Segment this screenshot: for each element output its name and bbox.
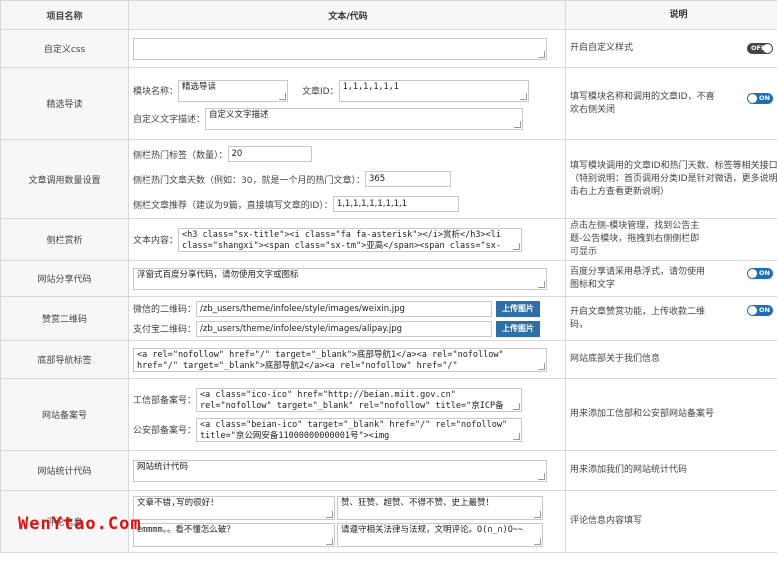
custom-desc-label: 自定义文字描述： xyxy=(133,115,206,125)
row-custom-css: 自定义css 开启自定义样式 OFF xyxy=(0,29,777,68)
recommend-label: 侧栏文章推荐（建议为9篇，直接填写文章的ID）： xyxy=(133,200,333,211)
row-desc: 开启自定义样式 xyxy=(570,43,634,53)
qrcode-toggle[interactable]: ON xyxy=(747,305,773,316)
alipay-qr-input[interactable]: /zb_users/theme/infolee/style/images/ali… xyxy=(196,320,493,337)
row-label: 网站分享代码 xyxy=(0,260,129,297)
row-stats: 网站统计代码 网站统计代码 用来添加我们的网站统计代码 xyxy=(0,450,777,491)
hot-days-input[interactable]: 365 xyxy=(364,171,451,187)
row-desc: 填写模块调用的文章ID和热门天数、标签等相关接口。（特别说明：首页调用分类ID是… xyxy=(565,139,777,219)
site-watermark: WenYtao.Com xyxy=(18,514,142,534)
alipay-upload-button[interactable]: 上传图片 xyxy=(496,320,541,337)
row-qrcode: 赞赏二维码 微信的二维码： /zb_users/theme/infolee/st… xyxy=(0,296,777,341)
wechat-qr-input[interactable]: /zb_users/theme/infolee/style/images/wei… xyxy=(196,300,493,317)
row-label: 网站统计代码 xyxy=(0,450,129,491)
comment-textarea-4[interactable]: 请遵守相关法律与法规，文明评论。O(∩_∩)O~~ xyxy=(337,523,543,547)
module-name-label: 模块名称： xyxy=(133,87,179,97)
hot-tags-label: 侧栏热门标签（数量）： xyxy=(133,150,228,161)
jingxuan-toggle[interactable]: ON xyxy=(747,93,773,104)
article-id-textarea[interactable]: 1,1,1,1,1,1 xyxy=(338,79,529,102)
row-reward: 侧栏赏析 文本内容： <h3 class="sx-title"><i class… xyxy=(0,218,777,261)
recommend-input[interactable]: 1,1,1,1,1,1,1,1,1 xyxy=(332,196,459,212)
row-desc: 点击左侧-模块管理，找到公告主题-公告模块，拖拽到右侧侧栏即可显示 xyxy=(570,221,700,257)
alipay-qr-label: 支付宝二维码： xyxy=(133,325,197,335)
row-desc: 百度分享请采用悬浮式，请勿使用图标和文字 xyxy=(570,266,706,290)
row-label: 底部导航标签 xyxy=(0,340,129,379)
row-label: 网站备案号 xyxy=(0,378,129,451)
toggle-knob xyxy=(748,94,757,103)
row-footnav: 底部导航标签 <a rel="nofollow" href="/" target… xyxy=(0,340,777,379)
wechat-upload-button[interactable]: 上传图片 xyxy=(496,300,541,317)
row-desc: 用来添加我们的网站统计代码 xyxy=(565,450,777,491)
row-desc: 网站底部关于我们信息 xyxy=(565,340,777,379)
share-textarea[interactable]: 浮窗式百度分享代码，请勿使用文字或图标 xyxy=(133,267,547,290)
footnav-textarea[interactable]: <a rel="nofollow" href="/" target="_blan… xyxy=(133,347,547,372)
comment-textarea-1[interactable]: 文章不错,写的很好！ xyxy=(133,496,335,520)
article-id-label: 文章ID： xyxy=(302,87,339,97)
row-count: 文章调用数量设置 侧栏热门标签（数量）： 20 侧栏热门文章天数（例如：30，就… xyxy=(0,139,777,219)
css-textarea[interactable] xyxy=(133,37,547,60)
custom-desc-textarea[interactable]: 自定义文字描述 xyxy=(205,107,524,130)
module-name-textarea[interactable]: 精选导读 xyxy=(178,79,289,102)
row-desc: 评论信息内容填写 xyxy=(565,490,777,553)
row-jingxuan: 精选导读 模块名称： 精选导读 文章ID： 1,1,1,1,1,1 自定义文字描… xyxy=(0,67,777,140)
icp-textarea[interactable]: <a class="ico-ico" href="http://beian.mi… xyxy=(196,387,523,412)
comment-textarea-3[interactable]: emmmm。。看不懂怎么破？ xyxy=(133,523,335,547)
row-desc: 用来添加工信部和公安部网站备案号 xyxy=(565,378,777,451)
row-share: 网站分享代码 浮窗式百度分享代码，请勿使用文字或图标 百度分享请采用悬浮式，请勿… xyxy=(0,260,777,297)
header-item-name: 项目名称 xyxy=(0,0,129,30)
share-toggle[interactable]: ON xyxy=(747,268,773,279)
hot-days-label: 侧栏热门文章天数（例如：30，就是一个月的热门文章）： xyxy=(133,175,365,186)
row-label: 侧栏赏析 xyxy=(0,218,129,261)
reward-textarea[interactable]: <h3 class="sx-title"><i class="fa fa-ast… xyxy=(178,227,523,252)
css-toggle[interactable]: OFF xyxy=(747,43,773,54)
header-desc: 说明 xyxy=(565,0,777,30)
icp-label: 工信部备案号： xyxy=(133,396,197,406)
row-label: 文章调用数量设置 xyxy=(0,139,129,219)
comment-textarea-2[interactable]: 赞、狂赞、超赞、不得不赞、史上最赞！ xyxy=(337,496,543,520)
header-text-code: 文本/代码 xyxy=(128,0,566,30)
hot-tags-input[interactable]: 20 xyxy=(227,146,312,162)
police-textarea[interactable]: <a class="beian-ico" target="_blank" hre… xyxy=(196,417,523,442)
police-label: 公安部备案号： xyxy=(133,426,197,436)
wechat-qr-label: 微信的二维码： xyxy=(133,305,197,315)
toggle-knob xyxy=(748,306,757,315)
row-desc: 开启文章赞赏功能，上传收款二维码， xyxy=(570,306,706,330)
row-desc: 填写模块名称和调用的文章ID，不喜欢右侧关闭 xyxy=(570,91,715,115)
toggle-knob xyxy=(748,269,757,278)
row-label: 自定义css xyxy=(0,29,129,68)
row-label: 精选导读 xyxy=(0,67,129,140)
content-label: 文本内容： xyxy=(133,236,179,246)
row-label: 赞赏二维码 xyxy=(0,296,129,341)
toggle-knob xyxy=(763,44,772,53)
stats-textarea[interactable]: 网站统计代码 xyxy=(133,459,547,482)
row-beian: 网站备案号 工信部备案号： <a class="ico-ico" href="h… xyxy=(0,378,777,451)
